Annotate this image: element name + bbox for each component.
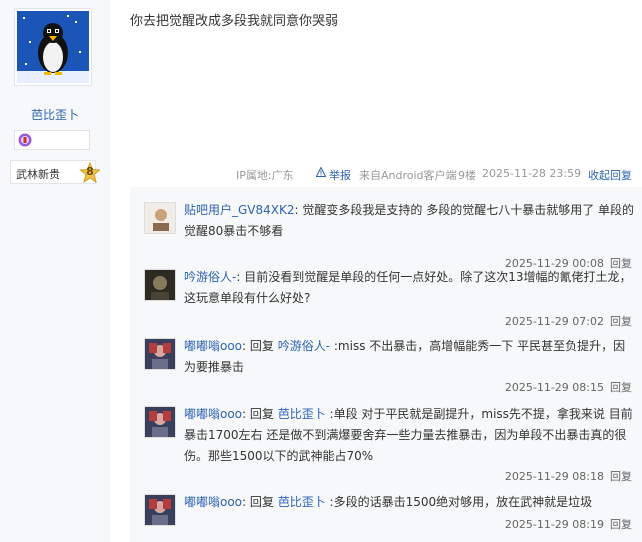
level-badge[interactable]: 武林新贵 8 [10, 160, 101, 184]
member-medal[interactable] [14, 130, 90, 150]
reply-username[interactable]: 嘟嘟嗡ooo [184, 339, 242, 353]
user-avatar-icon [145, 495, 175, 525]
reply-content: : 目前没看到觉醒是单段的任何一点好处。除了这次13增幅的氰佬打土龙，这玩意单段… [184, 270, 632, 305]
post-time: 2025-11-28 23:59 [482, 167, 582, 180]
warning-icon[interactable] [315, 166, 327, 180]
reply-content: :多段的话暴击1500绝对够用，放在武神就是垃圾 [325, 495, 593, 509]
reply-button[interactable]: 回复 [610, 518, 632, 531]
floor-number: 9楼 [458, 169, 476, 182]
reply-avatar[interactable] [144, 338, 176, 370]
reply-username[interactable]: 嘟嘟嗡ooo [184, 495, 242, 509]
reply-button[interactable]: 回复 [610, 381, 632, 394]
reply-username[interactable]: 嘟嘟嗡ooo [184, 407, 242, 421]
reply-target[interactable]: 芭比歪卜 [278, 495, 326, 509]
reply-target[interactable]: 芭比歪卜 [278, 407, 326, 421]
reply-meta: 2025-11-29 07:02 回复 [505, 313, 632, 329]
level-title: 武林新贵 [16, 168, 60, 181]
reply-username[interactable]: 贴吧用户_GV84XK2 [184, 203, 295, 217]
reply-avatar[interactable] [144, 406, 176, 438]
reply-button[interactable]: 回复 [610, 470, 632, 483]
reply-target[interactable]: 吟游俗人- [278, 339, 330, 353]
ip-location: IP属地:广东 [236, 169, 294, 182]
reply-list: 贴吧用户_GV84XK2: 觉醒变多段我是支持的 多段的觉醒七八十暴击就够用了 … [130, 187, 642, 542]
collapse-replies-link[interactable]: 收起回复 [588, 167, 632, 183]
reply-text: 嘟嘟嗡ooo: 回复 芭比歪卜 :单段 对于平民就是副提升，miss先不提，拿我… [184, 404, 636, 467]
reply-button[interactable]: 回复 [610, 315, 632, 328]
post-tail: IP属地:广东 举报 来自Android客户端 9楼 2025-11-28 23… [130, 166, 642, 183]
reply-text: 吟游俗人-: 目前没看到觉醒是单段的任何一点好处。除了这次13增幅的氰佬打土龙，… [184, 267, 636, 309]
reply-avatar[interactable] [144, 269, 176, 301]
reply-meta: 2025-11-29 08:19 回复 [505, 516, 632, 532]
source-label: 来自Android客户端 [359, 169, 457, 182]
level-star-icon: 8 [79, 161, 101, 184]
reply-text: 嘟嘟嗡ooo: 回复 吟游俗人- :miss 不出暴击，高增幅能秀一下 平民甚至… [184, 336, 636, 378]
reply-time: 2025-11-29 08:18 [504, 470, 604, 483]
reply-time: 2025-11-29 08:19 [504, 518, 604, 531]
post-content: 你去把觉醒改成多段我就同意你哭弱 [130, 14, 339, 29]
reply-prefix: : 回复 [242, 339, 278, 353]
reply-avatar[interactable] [144, 494, 176, 526]
reply-prefix: : 回复 [242, 407, 278, 421]
user-avatar-icon [145, 339, 175, 369]
medal-icon [18, 133, 32, 147]
reply-username[interactable]: 吟游俗人- [184, 270, 236, 284]
reply-meta: 2025-11-29 08:18 回复 [505, 468, 632, 484]
reply-time: 2025-11-29 07:02 [504, 315, 604, 328]
reply-time: 2025-11-29 08:15 [504, 381, 604, 394]
reply-meta: 2025-11-29 08:15 回复 [505, 379, 632, 395]
reply-text: 嘟嘟嗡ooo: 回复 芭比歪卜 :多段的话暴击1500绝对够用，放在武神就是垃圾 [184, 492, 636, 513]
penguin-avatar-icon [17, 11, 89, 83]
user-avatar-icon [145, 203, 175, 233]
reply-text: 贴吧用户_GV84XK2: 觉醒变多段我是支持的 多段的觉醒七八十暴击就够用了 … [184, 200, 636, 242]
author-sidebar: 芭比歪卜 武林新贵 8 [0, 0, 110, 542]
author-avatar[interactable] [14, 8, 92, 86]
user-avatar-icon [145, 407, 175, 437]
reply-prefix: : 回复 [242, 495, 278, 509]
user-avatar-icon [145, 270, 175, 300]
report-link[interactable]: 举报 [329, 167, 351, 183]
level-number: 8 [86, 165, 94, 178]
author-username[interactable]: 芭比歪卜 [0, 106, 110, 123]
reply-avatar[interactable] [144, 202, 176, 234]
